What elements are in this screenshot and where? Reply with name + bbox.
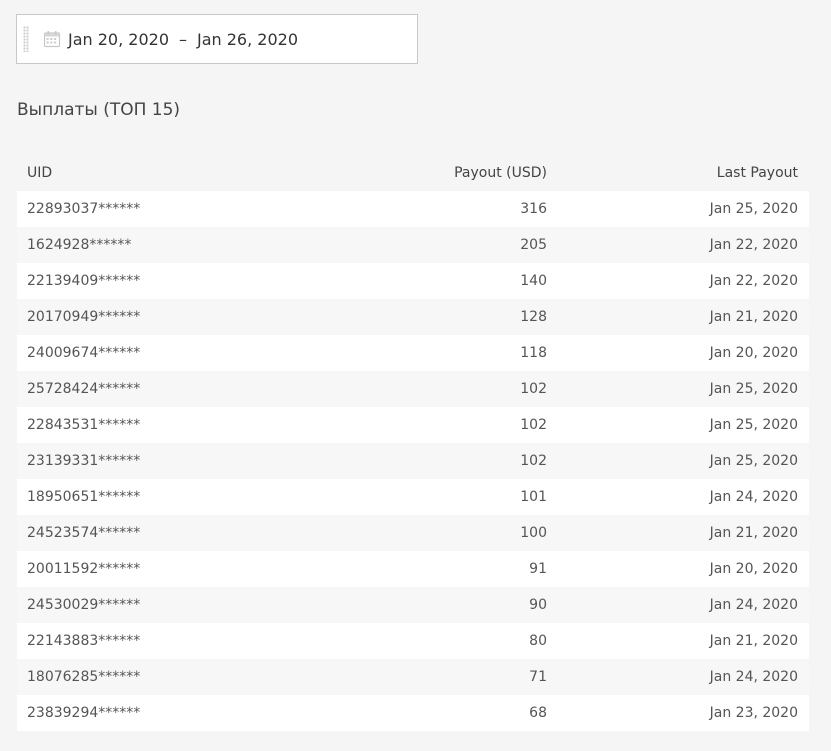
date-range-picker[interactable]: Jan 20, 2020– Jan 26, 2020	[16, 14, 418, 64]
cell-payout: 102	[520, 381, 547, 397]
table-header: UID Payout (USD) Last Payout	[17, 155, 809, 191]
cell-last-payout: Jan 22, 2020	[709, 273, 798, 289]
calendar-icon	[43, 30, 61, 48]
cell-last-payout: Jan 21, 2020	[709, 309, 798, 325]
cell-payout: 101	[520, 489, 547, 505]
date-separator: –	[179, 29, 187, 49]
column-header-payout: Payout (USD)	[454, 165, 547, 181]
cell-uid: 23139331******	[27, 453, 141, 469]
cell-last-payout: Jan 20, 2020	[709, 561, 798, 577]
table-row: 24530029****** 90 Jan 24, 2020	[17, 587, 809, 623]
table-row: 24523574****** 100 Jan 21, 2020	[17, 515, 809, 551]
table-row: 25728424****** 102 Jan 25, 2020	[17, 371, 809, 407]
cell-uid: 25728424******	[27, 381, 141, 397]
cell-payout: 71	[529, 669, 547, 685]
cell-last-payout: Jan 23, 2020	[709, 705, 798, 721]
table-row: 20011592****** 91 Jan 20, 2020	[17, 551, 809, 587]
cell-payout: 205	[520, 237, 547, 253]
table-row: 24009674****** 118 Jan 20, 2020	[17, 335, 809, 371]
table-row: 22139409****** 140 Jan 22, 2020	[17, 263, 809, 299]
cell-uid: 22893037******	[27, 201, 141, 217]
table-body: 22893037****** 316 Jan 25, 2020 1624928*…	[17, 191, 809, 731]
cell-payout: 102	[520, 417, 547, 433]
date-range-text[interactable]: Jan 20, 2020– Jan 26, 2020	[68, 30, 298, 49]
cell-payout: 68	[529, 705, 547, 721]
table-row: 22843531****** 102 Jan 25, 2020	[17, 407, 809, 443]
cell-last-payout: Jan 25, 2020	[709, 381, 798, 397]
table-row: 22143883****** 80 Jan 21, 2020	[17, 623, 809, 659]
cell-uid: 20170949******	[27, 309, 141, 325]
date-start: Jan 20, 2020	[68, 29, 169, 49]
payouts-table: UID Payout (USD) Last Payout 22893037***…	[17, 155, 809, 731]
cell-payout: 91	[529, 561, 547, 577]
cell-uid: 24009674******	[27, 345, 141, 361]
cell-uid: 23839294******	[27, 705, 141, 721]
cell-last-payout: Jan 25, 2020	[709, 453, 798, 469]
cell-uid: 20011592******	[27, 561, 141, 577]
cell-uid: 24523574******	[27, 525, 141, 541]
table-row: 18076285****** 71 Jan 24, 2020	[17, 659, 809, 695]
cell-uid: 18076285******	[27, 669, 141, 685]
cell-payout: 102	[520, 453, 547, 469]
cell-last-payout: Jan 24, 2020	[709, 489, 798, 505]
cell-last-payout: Jan 24, 2020	[709, 669, 798, 685]
drag-handle-icon[interactable]	[23, 26, 29, 52]
table-row: 23139331****** 102 Jan 25, 2020	[17, 443, 809, 479]
cell-payout: 128	[520, 309, 547, 325]
table-row: 23839294****** 68 Jan 23, 2020	[17, 695, 809, 731]
cell-uid: 1624928******	[27, 237, 132, 253]
cell-last-payout: Jan 25, 2020	[709, 417, 798, 433]
cell-uid: 18950651******	[27, 489, 141, 505]
cell-last-payout: Jan 24, 2020	[709, 597, 798, 613]
table-row: 20170949****** 128 Jan 21, 2020	[17, 299, 809, 335]
cell-last-payout: Jan 20, 2020	[709, 345, 798, 361]
table-row: 18950651****** 101 Jan 24, 2020	[17, 479, 809, 515]
cell-last-payout: Jan 21, 2020	[709, 633, 798, 649]
cell-payout: 140	[520, 273, 547, 289]
cell-payout: 316	[520, 201, 547, 217]
cell-payout: 100	[520, 525, 547, 541]
cell-last-payout: Jan 22, 2020	[709, 237, 798, 253]
cell-uid: 22139409******	[27, 273, 141, 289]
cell-payout: 90	[529, 597, 547, 613]
cell-payout: 80	[529, 633, 547, 649]
cell-uid: 22843531******	[27, 417, 141, 433]
date-end: Jan 26, 2020	[197, 29, 298, 49]
cell-last-payout: Jan 21, 2020	[709, 525, 798, 541]
column-header-last-payout: Last Payout	[716, 165, 798, 181]
cell-uid: 24530029******	[27, 597, 141, 613]
section-title: Выплаты (ТОП 15)	[17, 100, 181, 120]
column-header-uid: UID	[27, 165, 53, 181]
cell-last-payout: Jan 25, 2020	[709, 201, 798, 217]
cell-payout: 118	[520, 345, 547, 361]
table-row: 22893037****** 316 Jan 25, 2020	[17, 191, 809, 227]
cell-uid: 22143883******	[27, 633, 141, 649]
table-row: 1624928****** 205 Jan 22, 2020	[17, 227, 809, 263]
